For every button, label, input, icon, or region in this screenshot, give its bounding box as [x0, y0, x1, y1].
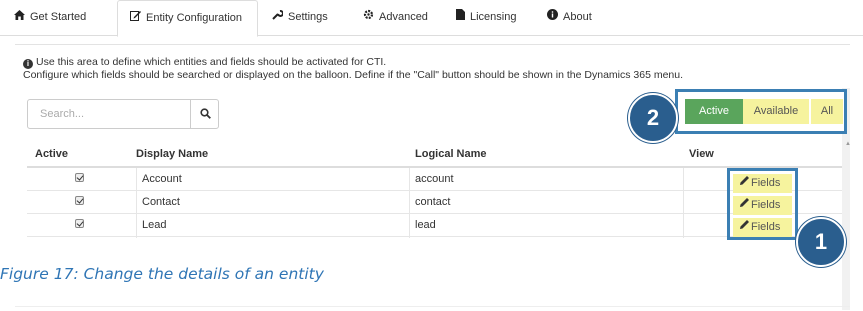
filter-button-group: Active Available All	[675, 89, 847, 134]
tab-get-started[interactable]: Get Started	[4, 0, 108, 36]
display-name-cell: Contact	[142, 196, 180, 208]
fields-highlight-frame	[727, 168, 798, 240]
search-box	[27, 99, 219, 129]
callout-badge-2: 2	[628, 93, 678, 143]
tab-label: About	[563, 11, 592, 23]
filter-active-button[interactable]: Active	[685, 99, 743, 124]
info-icon	[547, 0, 558, 34]
tab-about[interactable]: About	[547, 0, 607, 36]
tab-entity-configuration[interactable]: Entity Configuration	[117, 0, 258, 37]
wrench-icon	[272, 0, 284, 34]
search-icon	[200, 108, 211, 122]
home-icon	[14, 0, 25, 34]
table-header: Active Display Name Logical Name View	[27, 141, 842, 168]
info-line-1: Use this area to define which entities a…	[36, 56, 387, 68]
tab-settings[interactable]: Settings	[272, 0, 342, 36]
logical-name-cell: account	[415, 173, 454, 185]
cog-icon	[363, 0, 374, 34]
filter-available-button[interactable]: Available	[743, 99, 809, 124]
column-header-display-name[interactable]: Display Name	[136, 148, 208, 160]
tab-label: Entity Configuration	[146, 12, 242, 24]
active-checkbox[interactable]	[75, 196, 84, 205]
logical-name-cell: lead	[415, 219, 436, 231]
info-line-2: Configure which fields should be searche…	[23, 69, 684, 81]
tab-label: Get Started	[30, 11, 87, 23]
scroll-up-arrow-icon[interactable]: ▲	[845, 141, 851, 147]
search-input[interactable]	[28, 100, 190, 128]
info-icon: i	[23, 59, 33, 69]
filter-all-button[interactable]: All	[811, 99, 843, 124]
logical-name-cell: contact	[415, 196, 451, 208]
column-header-view[interactable]: View	[689, 148, 714, 160]
document-icon	[456, 0, 465, 34]
search-button[interactable]	[190, 100, 218, 128]
table-row: Contact contact	[27, 191, 842, 214]
tab-label: Settings	[288, 11, 328, 23]
figure-caption: Figure 17: Change the details of an enti…	[0, 265, 324, 283]
display-name-cell: Account	[142, 173, 182, 185]
display-name-cell: Lead	[142, 219, 167, 231]
active-checkbox[interactable]	[75, 173, 84, 182]
edit-icon	[130, 1, 141, 35]
info-text: i Use this area to define which entities …	[23, 56, 683, 82]
tab-label: Licensing	[470, 11, 517, 23]
column-header-logical-name[interactable]: Logical Name	[415, 148, 487, 160]
active-checkbox[interactable]	[75, 219, 84, 228]
table-row: Account account	[27, 168, 842, 191]
column-header-active[interactable]: Active	[35, 148, 68, 160]
callout-badge-1: 1	[796, 217, 846, 267]
column-divider	[136, 168, 137, 238]
divider	[15, 306, 850, 307]
tab-advanced[interactable]: Advanced	[363, 0, 438, 36]
tab-licensing[interactable]: Licensing	[456, 0, 531, 36]
tab-bar: Get Started Entity Configuration Setting…	[0, 0, 863, 37]
column-divider	[409, 168, 410, 238]
table-row: Lead lead	[27, 214, 842, 237]
column-divider	[683, 168, 684, 238]
tab-label: Advanced	[379, 11, 428, 23]
